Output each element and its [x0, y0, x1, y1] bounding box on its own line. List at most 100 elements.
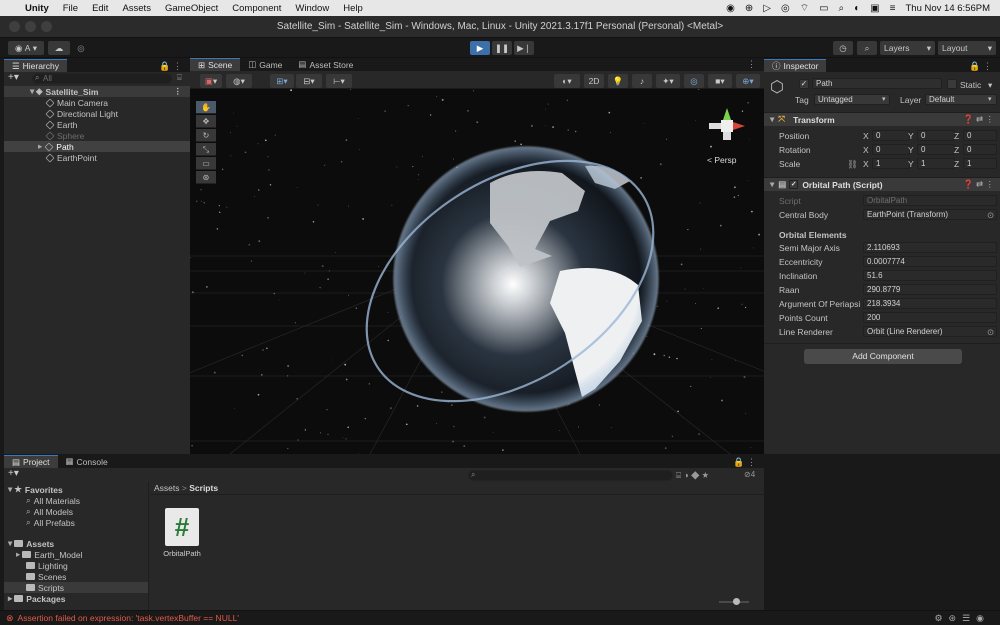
central-body-field[interactable]: EarthPoint (Transform)	[863, 209, 997, 220]
effects-dropdown[interactable]: ✦▾	[656, 74, 680, 88]
raan-field[interactable]: 290.8779	[863, 284, 997, 295]
favorite-all-materials[interactable]: ⌕ All Materials	[4, 495, 148, 506]
screen-icon[interactable]: ▣	[870, 3, 879, 14]
status-bar-tool-icons[interactable]: ⚙⊛☰◉	[934, 613, 990, 624]
play-button[interactable]: ▶	[470, 41, 490, 55]
object-picker-icon[interactable]: ⊙	[987, 327, 994, 338]
rotation-y-field[interactable]: 0	[917, 144, 955, 155]
account-dropdown[interactable]: ◉ A ▾	[8, 41, 44, 55]
hierarchy-item-directional-light[interactable]: Directional Light	[4, 108, 190, 119]
transform-header[interactable]: ▾ ⤧ Transform ❓ ⇄ ⋮	[764, 112, 1000, 126]
component-help-settings-icons[interactable]: ❓ ⇄ ⋮	[963, 114, 994, 125]
layer-dropdown[interactable]: Default	[925, 94, 997, 105]
audio-toggle-icon[interactable]: ♪	[632, 74, 652, 88]
breadcrumb-scripts[interactable]: Scripts	[189, 483, 218, 493]
move-tool-button[interactable]: ✥	[196, 115, 216, 128]
menu-file[interactable]: File	[56, 3, 85, 14]
rotation-z-field[interactable]: 0	[963, 144, 997, 155]
scene-menu-icon[interactable]: ⋮	[174, 86, 183, 97]
transform-tool-button[interactable]: ⊛	[196, 171, 216, 184]
search-icon[interactable]: ⌕	[857, 41, 877, 55]
scene-viewport[interactable]: < Persp ✋ ✥ ↻ ⤡ ▭ ⊛	[190, 71, 764, 454]
menu-edit[interactable]: Edit	[85, 3, 115, 14]
icon-size-slider-thumb[interactable]	[733, 598, 740, 605]
favorite-all-models[interactable]: ⌕ All Models	[4, 506, 148, 517]
panel-menu-icon[interactable]: 🔒 ⋮	[733, 457, 764, 468]
scale-x-field[interactable]: 1	[872, 158, 910, 169]
orbital-path-header[interactable]: ▾ ▤ ✓ Orbital Path (Script) ❓ ⇄ ⋮	[764, 177, 1000, 191]
hierarchy-item-main-camera[interactable]: Main Camera	[4, 97, 190, 108]
points-count-field[interactable]: 200	[863, 312, 997, 323]
hierarchy-item-earthpoint[interactable]: EarthPoint	[4, 152, 190, 163]
grid-snap-dropdown[interactable]: ⊞▾	[270, 74, 294, 88]
add-component-button[interactable]: Add Component	[804, 349, 962, 364]
hidden-objects-icon[interactable]: ◎	[684, 74, 704, 88]
position-y-field[interactable]: 0	[917, 130, 955, 141]
line-renderer-field[interactable]: Orbit (Line Renderer)	[863, 326, 997, 337]
tab-scene[interactable]: ⊞ Scene	[190, 58, 241, 71]
menu-gameobject[interactable]: GameObject	[158, 3, 225, 14]
hierarchy-item-path[interactable]: ▸ Path	[4, 141, 190, 152]
hierarchy-item-sphere[interactable]: Sphere	[4, 130, 190, 141]
rotation-x-field[interactable]: 0	[872, 144, 910, 155]
component-help-settings-icons[interactable]: ❓ ⇄ ⋮	[963, 179, 994, 190]
snap-increment-dropdown[interactable]: ⊟▾	[296, 74, 322, 88]
collab-icon[interactable]: ◎	[73, 41, 89, 55]
menu-window[interactable]: Window	[288, 3, 336, 14]
tab-console[interactable]: ▦ Console	[58, 455, 116, 468]
tab-asset-store[interactable]: ▤ Asset Store	[290, 58, 361, 71]
position-x-field[interactable]: 0	[872, 130, 910, 141]
tab-game[interactable]: ◫ Game	[240, 58, 290, 71]
move-snap-dropdown[interactable]: ⊢▾	[326, 74, 352, 88]
sync-status-icon[interactable]: ⊕	[745, 3, 753, 14]
chevron-down-icon[interactable]: ▾	[988, 80, 992, 91]
scene-render[interactable]: < Persp	[190, 71, 764, 454]
breadcrumb-assets[interactable]: Assets	[154, 483, 180, 493]
active-checkbox[interactable]: ✓	[799, 79, 809, 89]
orientation-gizmo[interactable]	[709, 108, 745, 140]
rotate-tool-button[interactable]: ↻	[196, 129, 216, 142]
pause-button[interactable]: ❚❚	[492, 41, 512, 55]
draw-mode-dropdown[interactable]: ▣ ▾	[200, 74, 222, 88]
step-button[interactable]: ▶❘	[514, 41, 534, 55]
eccentricity-field[interactable]: 0.0007774	[863, 256, 997, 267]
unity-status-icon[interactable]: ◉	[726, 3, 735, 14]
tab-inspector[interactable]: ⓘ Inspector	[764, 59, 827, 72]
menu-assets[interactable]: Assets	[115, 3, 158, 14]
assets-root-folder[interactable]: ▾ Assets	[4, 538, 148, 549]
create-asset-plus-button[interactable]: +▾	[8, 468, 19, 479]
packages-folder[interactable]: ▸ Packages	[4, 593, 148, 604]
panel-menu-icon[interactable]: 🔒 ⋮	[159, 61, 190, 72]
scale-tool-button[interactable]: ⤡	[196, 143, 216, 156]
tab-project[interactable]: ▤ Project	[4, 455, 58, 468]
scale-z-field[interactable]: 1	[963, 158, 997, 169]
gizmos-dropdown[interactable]: ⊕▾	[736, 74, 760, 88]
tab-hierarchy[interactable]: ☰ Hierarchy	[4, 59, 67, 72]
hidden-packages-count[interactable]: ⊘4	[744, 470, 755, 479]
folder-lighting[interactable]: Lighting	[4, 560, 148, 571]
object-picker-icon[interactable]: ⊙	[987, 210, 994, 221]
object-name-field[interactable]: Path	[812, 78, 942, 89]
gizmo-globe-dropdown[interactable]: ◍ ▾	[226, 74, 252, 88]
spotlight-search-icon[interactable]: ⌕	[839, 3, 845, 14]
position-z-field[interactable]: 0	[963, 130, 997, 141]
link-icon[interactable]: ⛓	[847, 159, 858, 170]
hierarchy-item-earth[interactable]: Earth	[4, 119, 190, 130]
create-plus-button[interactable]: +▾	[8, 72, 19, 83]
persp-label[interactable]: < Persp	[707, 155, 737, 165]
play-status-icon[interactable]: ▷	[763, 3, 771, 14]
folder-earth-model[interactable]: ▸ Earth_Model	[4, 549, 148, 560]
favorite-all-prefabs[interactable]: ⌕ All Prefabs	[4, 517, 148, 528]
history-icon[interactable]: ◷	[833, 41, 853, 55]
static-checkbox[interactable]	[947, 79, 957, 89]
argument-of-periapsis-field[interactable]: 218.3934	[863, 298, 997, 309]
menubar-clock[interactable]: Thu Nov 14 6:56PM	[906, 3, 991, 14]
camera-settings-dropdown[interactable]: ■▾	[708, 74, 732, 88]
semi-major-axis-field[interactable]: 2.110693	[863, 242, 997, 253]
render-mode-dropdown[interactable]: ◐▾	[554, 74, 580, 88]
favorites-group[interactable]: ▾ ★ Favorites	[4, 484, 148, 495]
wifi-icon[interactable]: ⌔	[800, 2, 809, 15]
panel-menu-icon[interactable]: 🔒 ⋮	[969, 61, 1000, 72]
user-icon[interactable]: ◐	[854, 3, 860, 14]
component-enabled-checkbox[interactable]: ✓	[789, 180, 799, 189]
